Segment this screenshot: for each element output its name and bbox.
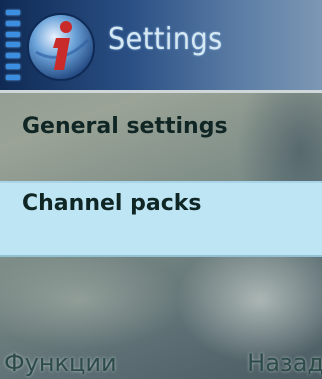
title-bar: Settings [0, 0, 322, 93]
info-i-icon [27, 13, 95, 81]
menu-item-channel-packs[interactable]: Channel packs [0, 181, 322, 257]
phone-screen: Settings General settings Channel packs … [0, 0, 322, 379]
back-softkey[interactable]: Назад [247, 349, 322, 377]
signal-strength-icon [6, 10, 20, 80]
menu-item-general-settings[interactable]: General settings [0, 104, 322, 154]
options-softkey[interactable]: Функции [4, 349, 117, 377]
page-title: Settings [108, 22, 223, 57]
